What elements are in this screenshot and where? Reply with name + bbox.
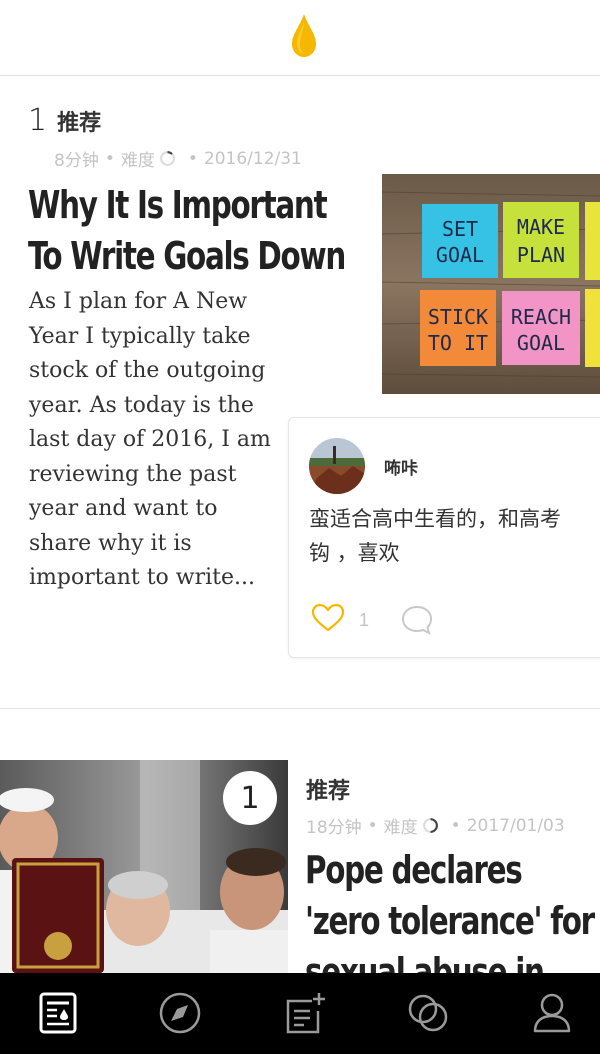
compass-icon[interactable] [158,991,202,1035]
article-excerpt[interactable]: As I plan for A New Year I typically tak… [29,285,284,596]
comment-text: 蛮适合高中生看的，和高考 钩 ，喜欢 [309,507,561,565]
top-bar [0,0,600,76]
svg-text:MAKE: MAKE [517,215,565,239]
svg-text:TO IT: TO IT [428,331,488,355]
like-count: 1 [359,610,370,630]
profile-icon[interactable] [530,991,574,1035]
svg-text:SET: SET [442,217,478,241]
article-thumbnail[interactable]: SET GOAL MAKE PLAN STICK TO IT REACH GOA… [382,174,600,394]
article-meta: 8分钟 • 难度 • 2016/12/31 [54,146,302,172]
avatar[interactable] [309,438,365,494]
svg-text:PLAN: PLAN [517,243,565,267]
difficulty-ring-icon [422,818,438,833]
meta-separator: • [104,148,115,169]
reading-time: 18分钟 [306,818,362,838]
comment-username[interactable]: 咘咔 [384,454,418,479]
svg-text:STICK: STICK [428,305,488,329]
article-meta: 18分钟 • 难度 • 2017/01/03 [306,813,565,839]
rank-number: 1 [28,103,48,138]
difficulty-label: 难度 [383,818,418,838]
difficulty-ring-icon [159,151,175,166]
rank-line: 1 推荐 [28,103,101,138]
svg-text:GOAL: GOAL [517,331,565,355]
difficulty-label: 难度 [120,151,155,171]
comment-card[interactable]: 咘咔 蛮适合高中生看的，和高考 钩 ，喜欢 1 [288,417,600,658]
meta-separator: • [450,815,461,836]
publish-date: 2017/01/03 [466,815,565,836]
circles-icon[interactable] [406,991,450,1035]
bottom-tab-bar [0,973,600,1054]
svg-text:REACH: REACH [511,305,571,329]
meta-separator: • [367,815,378,836]
notes-add-icon[interactable] [282,991,326,1035]
recommend-tag: 推荐 [57,111,102,136]
meta-separator: • [187,148,198,169]
comment-bubble-icon[interactable] [401,604,433,636]
publish-date: 2016/12/31 [203,148,302,169]
rank-badge: 1 [223,771,277,825]
reading-time: 8分钟 [54,151,99,171]
reading-icon[interactable] [36,991,80,1035]
article-title[interactable]: Pope declares 'zero tolerance' for sexua… [305,845,600,973]
article-title[interactable]: Why It Is Important To Write Goals Down [28,180,363,282]
heart-icon[interactable] [311,603,345,633]
recommend-tag: 推荐 [306,779,351,804]
drop-logo-icon[interactable] [288,12,320,58]
svg-text:GOAL: GOAL [436,243,484,267]
sticky-notes-image: SET GOAL MAKE PLAN STICK TO IT REACH GOA… [382,174,600,394]
